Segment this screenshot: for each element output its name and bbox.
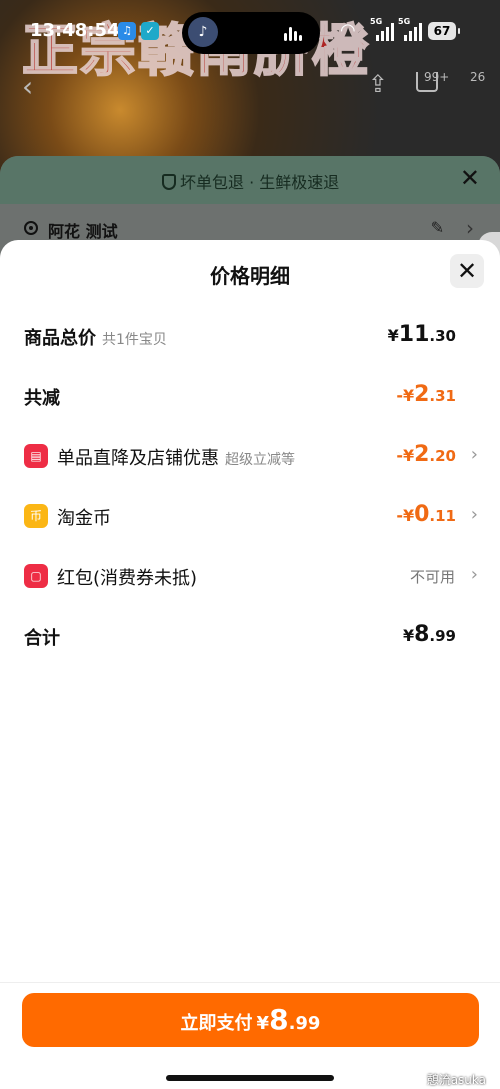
- bottom-pay-bar: 立即支付 ¥8.99 憩流asuka: [0, 982, 500, 1089]
- address-name: 阿花 测试: [48, 222, 118, 241]
- sheet-title: 价格明细: [210, 264, 290, 288]
- coin-icon: 币: [24, 504, 48, 528]
- wifi-icon: ◠: [340, 20, 356, 41]
- goods-total-amount: ¥11.30: [387, 322, 456, 347]
- status-bar: 13:48:54 ♫ ✓ ♪ ◠ 5G 5G 67: [0, 0, 500, 62]
- row-label: 共减: [24, 388, 60, 409]
- battery-indicator: 67: [428, 22, 460, 40]
- chevron-right-icon: ›: [466, 216, 474, 240]
- row-label: 单品直降及店铺优惠 超级立减等: [57, 448, 295, 469]
- row-sublabel: 超级立减等: [225, 452, 295, 468]
- home-indicator[interactable]: [166, 1075, 334, 1081]
- watermark-text: 憩流asuka: [426, 1073, 486, 1087]
- shield-app-icon: ✓: [141, 22, 159, 40]
- location-pin-icon: [24, 221, 38, 235]
- row-grand-total: 合计 ¥8.99: [0, 616, 500, 656]
- music-album-icon: ♪: [188, 17, 218, 47]
- row-sublabel: 共1件宝贝: [102, 332, 167, 348]
- order-sheet-header: 坏单包退 · 生鲜极速退 ✕: [0, 156, 500, 204]
- row-red-packet[interactable]: ▢ 红包(消费券未抵) 不可用 ›: [0, 556, 500, 596]
- chevron-right-icon: ›: [470, 444, 478, 465]
- grand-total-amount: ¥8.99: [402, 622, 456, 647]
- row-shop-discount[interactable]: ▤ 单品直降及店铺优惠 超级立减等 -¥2.20 ›: [0, 436, 500, 476]
- product-nav-bar: ‹ ⇪ 99+ 26: [0, 64, 500, 108]
- row-label: 合计: [24, 628, 60, 649]
- shop-discount-amount: -¥2.20: [396, 442, 456, 467]
- close-icon: ✕: [456, 257, 478, 285]
- audio-wave-icon: [284, 26, 306, 41]
- close-icon[interactable]: ✕: [460, 164, 480, 192]
- edit-icon[interactable]: ✎: [431, 218, 444, 237]
- dynamic-island[interactable]: ♪: [182, 12, 320, 54]
- chevron-right-icon: ›: [470, 564, 478, 585]
- row-label: 商品总价 共1件宝贝: [24, 328, 167, 349]
- signal-icon-1: 5G: [370, 17, 396, 41]
- cart-badge: 99+: [424, 70, 450, 84]
- coin-discount-amount: -¥0.11: [396, 502, 456, 527]
- share-icon[interactable]: ⇪: [368, 70, 388, 98]
- row-total-discount: 共减 -¥2.31: [0, 376, 500, 416]
- pay-now-button[interactable]: 立即支付 ¥8.99: [22, 993, 479, 1047]
- chevron-right-icon: ›: [470, 504, 478, 525]
- guarantee-slogan: 坏单包退 · 生鲜极速退: [162, 169, 339, 193]
- shield-check-icon: [162, 174, 176, 190]
- status-time: 13:48:54: [30, 20, 120, 41]
- total-discount-amount: -¥2.31: [396, 382, 456, 407]
- row-label: 红包(消费券未抵): [57, 568, 198, 589]
- row-label: 淘金币: [57, 508, 111, 529]
- signal-icon-2: 5G: [398, 17, 424, 41]
- close-button[interactable]: ✕: [450, 254, 484, 288]
- shop-coupon-icon: ▤: [24, 444, 48, 468]
- unavailable-status: 不可用: [409, 568, 455, 586]
- red-packet-icon: ▢: [24, 564, 48, 588]
- price-detail-sheet: 价格明细 ✕ 商品总价 共1件宝贝 ¥11.30 共减 -¥2.31 ▤ 单品直降…: [0, 240, 500, 1089]
- row-taojinbi[interactable]: 币 淘金币 -¥0.11 ›: [0, 496, 500, 536]
- row-goods-total: 商品总价 共1件宝贝 ¥11.30: [0, 316, 500, 356]
- cart-badge-secondary: 26: [470, 70, 486, 84]
- back-icon[interactable]: ‹: [22, 70, 33, 103]
- headphone-app-icon: ♫: [118, 22, 136, 40]
